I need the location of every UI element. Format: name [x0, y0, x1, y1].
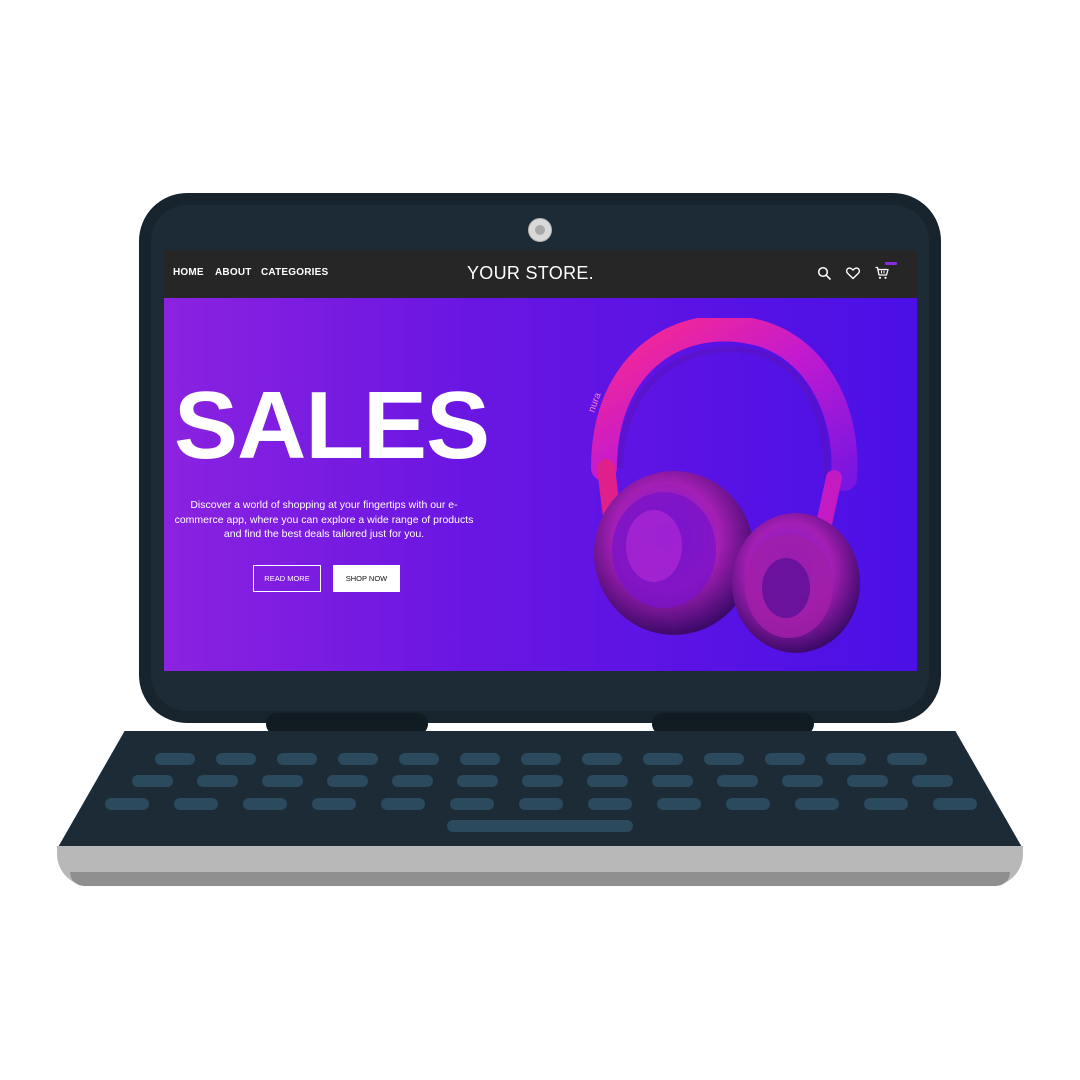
keyboard-key: [704, 753, 744, 765]
keyboard-key: [933, 798, 977, 810]
keyboard-key: [243, 798, 287, 810]
keyboard-key: [726, 798, 770, 810]
keyboard-key: [519, 798, 563, 810]
cart-icon[interactable]: [874, 265, 890, 281]
keyboard-key: [381, 798, 425, 810]
keyboard-key: [312, 798, 356, 810]
keyboard-key: [652, 775, 693, 787]
headphones-image: nura: [586, 318, 860, 653]
read-more-button[interactable]: READ MORE: [253, 565, 321, 592]
keyboard-key: [887, 753, 927, 765]
store-brand[interactable]: YOUR STORE.: [164, 263, 897, 284]
keyboard-key: [338, 753, 378, 765]
keyboard-key: [765, 753, 805, 765]
keyboard-key: [450, 798, 494, 810]
search-icon[interactable]: [816, 265, 832, 281]
keyboard-key: [216, 753, 256, 765]
keyboard-key: [174, 798, 218, 810]
keyboard-key: [521, 753, 561, 765]
cart-badge: [885, 262, 897, 265]
keyboard-key: [847, 775, 888, 787]
keyboard-key: [277, 753, 317, 765]
keyboard-key: [717, 775, 758, 787]
hero-description: Discover a world of shopping at your fin…: [174, 499, 474, 540]
keyboard-key: [105, 798, 149, 810]
keyboard-key: [826, 753, 866, 765]
keyboard-key: [262, 775, 303, 787]
keyboard-key: [327, 775, 368, 787]
keyboard-key: [197, 775, 238, 787]
keyboard-key: [657, 798, 701, 810]
laptop-screen: HOME ABOUT CATEGORIES YOUR STORE. SALES …: [164, 250, 917, 671]
keyboard-key: [912, 775, 953, 787]
keyboard-key: [460, 753, 500, 765]
keyboard-key: [588, 798, 632, 810]
keyboard-key: [392, 775, 433, 787]
keyboard-key: [399, 753, 439, 765]
navbar: HOME ABOUT CATEGORIES YOUR STORE.: [164, 250, 917, 298]
shop-now-button[interactable]: SHOP NOW: [333, 565, 400, 592]
keyboard-key: [457, 775, 498, 787]
keyboard-key: [864, 798, 908, 810]
hero-title: SALES: [174, 372, 490, 479]
keyboard-key: [155, 753, 195, 765]
hero-banner: SALES Discover a world of shopping at yo…: [164, 298, 917, 671]
keyboard-key: [522, 775, 563, 787]
webcam: [528, 218, 552, 242]
keyboard-key: [782, 775, 823, 787]
spacebar-key: [447, 820, 633, 832]
laptop-base-shadow: [70, 872, 1010, 886]
keyboard-key: [587, 775, 628, 787]
keyboard-key: [795, 798, 839, 810]
keyboard-key: [643, 753, 683, 765]
keyboard-key: [582, 753, 622, 765]
heart-icon[interactable]: [845, 265, 861, 281]
keyboard-key: [132, 775, 173, 787]
